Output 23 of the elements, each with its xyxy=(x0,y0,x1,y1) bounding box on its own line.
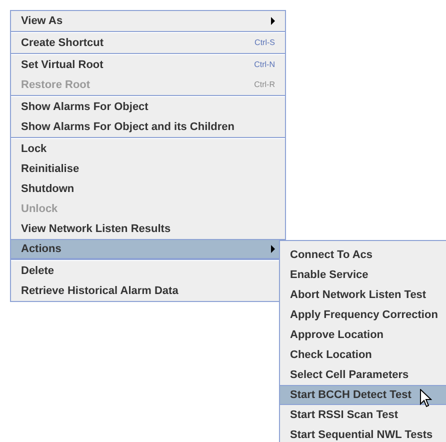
menu-item[interactable]: Show Alarms For Object and its Children xyxy=(11,117,285,137)
menu-item[interactable]: Start BCCH Detect Test xyxy=(280,385,446,405)
menu-item[interactable]: Start Sequential NWL Tests xyxy=(280,425,446,442)
menu-item[interactable]: Shutdown xyxy=(11,179,285,199)
menu-item[interactable]: Check Location xyxy=(280,345,446,365)
shortcut-label: Ctrl-S xyxy=(254,37,275,49)
shortcut-label: Ctrl-N xyxy=(254,59,275,71)
menu-item[interactable]: Reinitialise xyxy=(11,159,285,179)
menu-item[interactable]: Apply Frequency Correction xyxy=(280,305,446,325)
shortcut-label: Ctrl-R xyxy=(254,79,275,91)
menu-item[interactable]: Show Alarms For Object xyxy=(11,97,285,117)
menu-item[interactable]: Create Shortcut Ctrl-S xyxy=(11,33,285,53)
cursor-icon xyxy=(420,389,432,408)
menu-item[interactable]: Approve Location xyxy=(280,325,446,345)
menu-item[interactable]: Abort Network Listen Test xyxy=(280,285,446,305)
menu-item[interactable]: Actions xyxy=(11,239,285,259)
menu-item[interactable]: Set Virtual Root Ctrl-N xyxy=(11,55,285,75)
menu-item[interactable]: View As xyxy=(11,11,285,31)
menu-item[interactable]: Start RSSI Scan Test xyxy=(280,405,446,425)
menu-item[interactable]: Select Cell Parameters xyxy=(280,365,446,385)
menu-item[interactable]: Lock xyxy=(11,139,285,159)
menu-item[interactable]: Enable Service xyxy=(280,265,446,285)
menu-item[interactable]: View Network Listen Results xyxy=(11,219,285,239)
